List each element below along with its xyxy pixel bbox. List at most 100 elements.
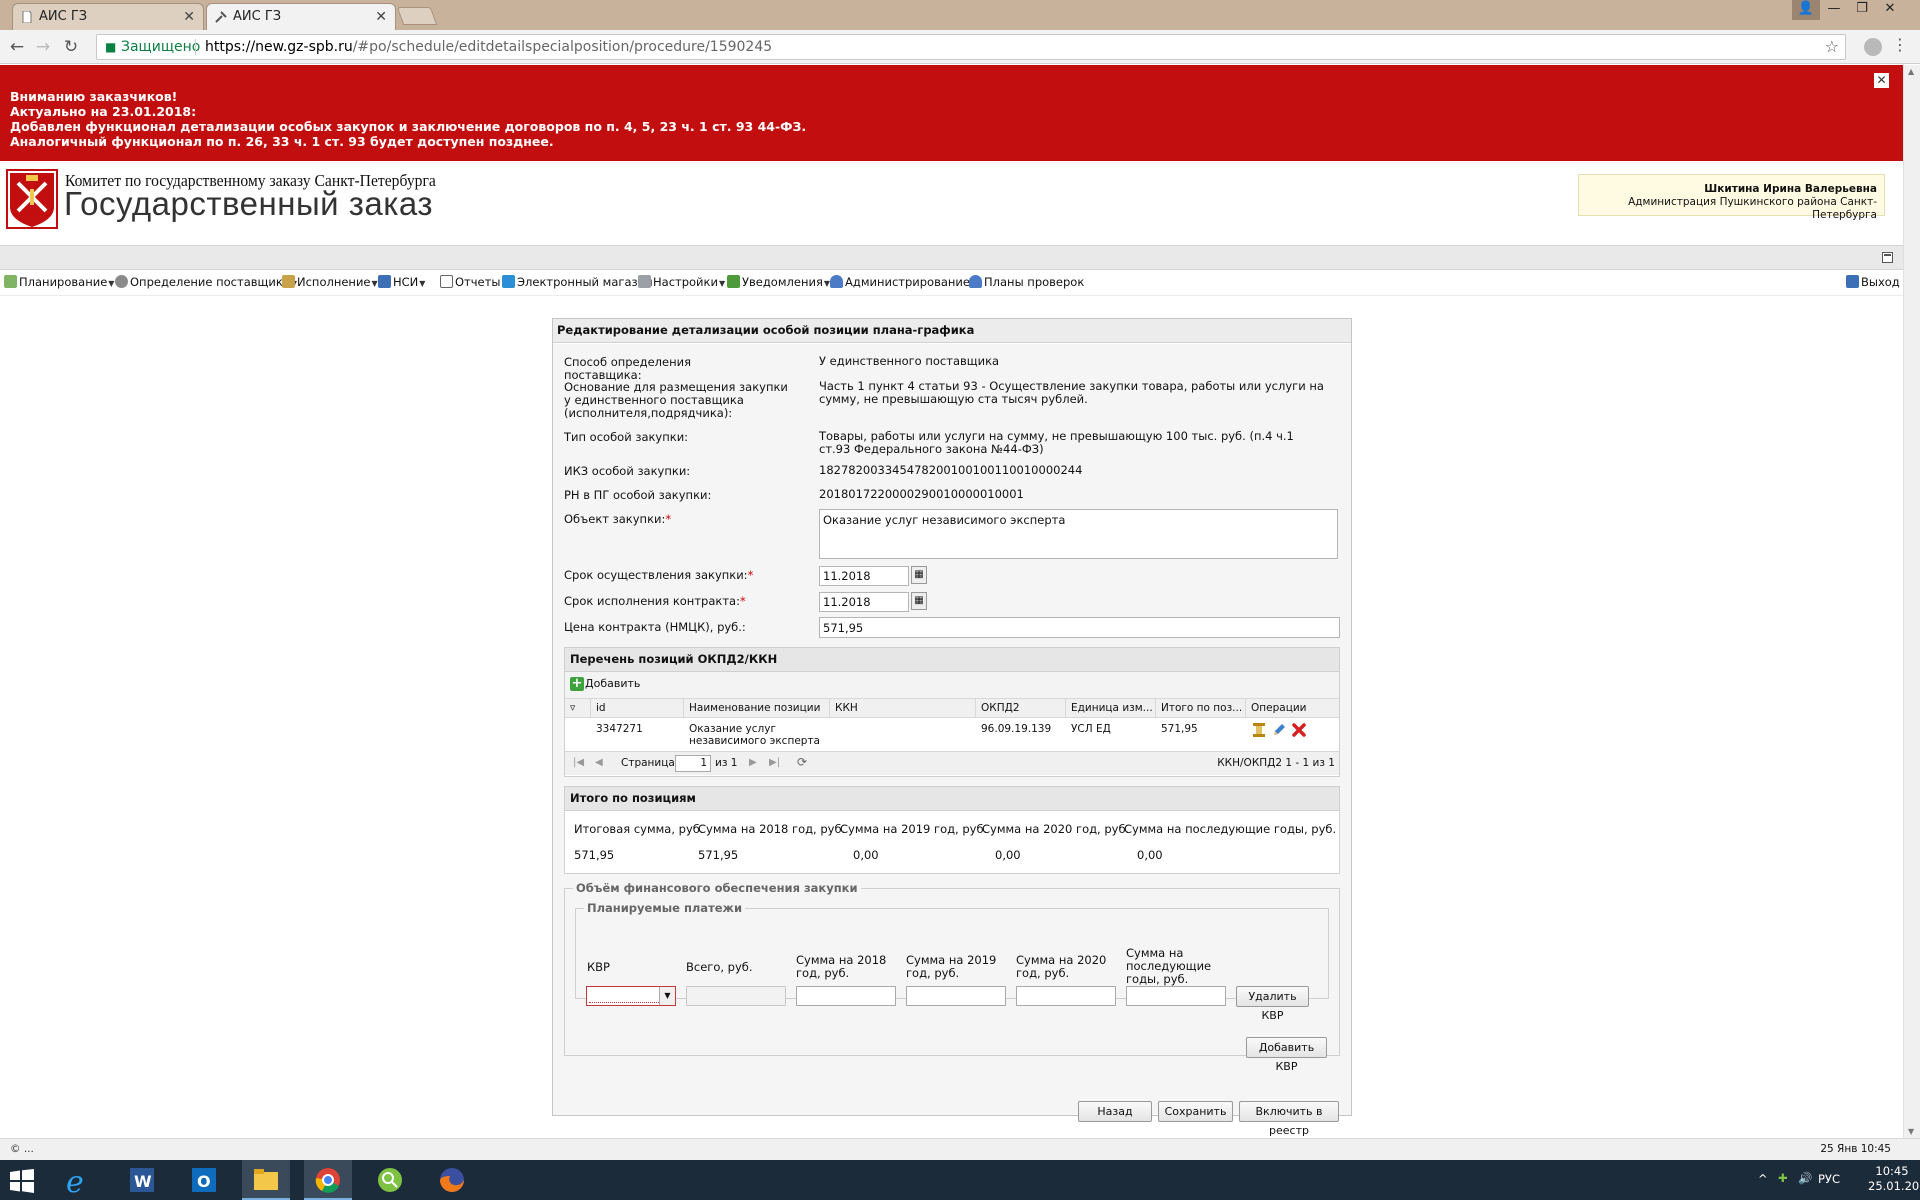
banner-close-icon[interactable]: ✕ xyxy=(1874,73,1889,88)
menu-item-settings[interactable]: Настройки▼ xyxy=(638,275,725,289)
menu-item-supplier[interactable]: Определение поставщика▼ xyxy=(115,275,297,289)
object-textarea[interactable]: Оказание услуг независимого эксперта xyxy=(819,509,1338,559)
col-kkn[interactable]: ККН xyxy=(830,699,976,718)
menu-item-admin[interactable]: Администрирование▼ xyxy=(830,275,977,289)
menubar-strip xyxy=(0,245,1903,270)
term-label: Срок осуществления закупки:* xyxy=(564,569,769,582)
menu-item-nsi[interactable]: НСИ▼ xyxy=(378,275,425,289)
sum-2020-input[interactable] xyxy=(1016,986,1116,1006)
tray-language[interactable]: РУС xyxy=(1818,1172,1840,1186)
forward-arrow-icon[interactable]: → xyxy=(32,36,54,58)
page-scrollbar[interactable]: ▲ ▼ xyxy=(1903,65,1920,1138)
filter-icon[interactable]: ▿ xyxy=(565,699,591,718)
collapse-header-icon[interactable] xyxy=(1882,252,1893,263)
col-total[interactable]: Итого по поз... xyxy=(1156,699,1246,718)
browser-tab-1[interactable]: АИС ГЗ ✕ xyxy=(12,3,204,30)
sum-later-input[interactable] xyxy=(1126,986,1226,1006)
type-label: Тип особой закупки: xyxy=(564,430,689,444)
calendar-icon[interactable]: ▦ xyxy=(911,566,927,584)
secure-label: Защищено xyxy=(121,39,201,55)
menu-item-execution[interactable]: Исполнение▼ xyxy=(282,275,378,289)
page-number-input[interactable]: 1 xyxy=(675,755,711,772)
browser-menu-icon[interactable]: ⋮ xyxy=(1892,35,1908,54)
ie-taskbar-icon[interactable]: e xyxy=(56,1160,104,1200)
back-button[interactable]: Назад xyxy=(1078,1101,1152,1122)
outlook-taskbar-icon[interactable]: O xyxy=(180,1160,228,1200)
panel-title: Редактирование детализации особой позици… xyxy=(553,319,1351,343)
add-kvr-button[interactable]: Добавить КВР xyxy=(1246,1037,1327,1073)
col-unit[interactable]: Единица изм... xyxy=(1066,699,1156,718)
last-page-icon[interactable]: ▶| xyxy=(769,757,780,768)
browser-tab-2[interactable]: АИС ГЗ ✕ xyxy=(206,3,396,30)
chrome-taskbar-icon[interactable] xyxy=(304,1160,352,1200)
calendar-icon[interactable]: ▦ xyxy=(911,592,927,610)
volume-icon[interactable]: 🔊 xyxy=(1798,1171,1812,1185)
menu-item-eshop[interactable]: Электронный магазин xyxy=(502,275,653,289)
table-row[interactable]: 3347271 Оказание услуг независимого эксп… xyxy=(565,718,1339,751)
totals-col-2018: Сумма на 2018 год, руб. xyxy=(698,822,846,836)
search-app-taskbar-icon[interactable] xyxy=(366,1160,414,1200)
maximize-icon[interactable]: ❐ xyxy=(1848,0,1876,20)
sum-2019-label: Сумма на 2019 год, руб. xyxy=(906,953,997,980)
kvr-select[interactable]: ▼ xyxy=(586,986,676,1006)
scroll-down-icon[interactable]: ▼ xyxy=(1908,1127,1914,1136)
col-id[interactable]: id xyxy=(591,699,684,718)
site-title: Государственный заказ xyxy=(64,185,434,222)
address-bar[interactable]: ■ Защищено https://new.gz-spb.ru/#po/sch… xyxy=(96,34,1846,60)
new-tab-button[interactable] xyxy=(396,7,438,25)
refresh-icon[interactable]: ⟳ xyxy=(797,755,807,769)
delete-kvr-button[interactable]: Удалить КВР xyxy=(1236,986,1309,1022)
window-close-icon[interactable]: ✕ xyxy=(1876,0,1904,20)
details-icon[interactable] xyxy=(1251,722,1267,738)
okpd-grid-panel: Перечень позиций ОКПД2/ККН + Добавить ▿ i… xyxy=(564,647,1340,777)
logout-link[interactable]: Выход xyxy=(1846,275,1900,289)
sum-2018-input[interactable] xyxy=(796,986,896,1006)
windows-start-icon[interactable] xyxy=(8,1169,36,1193)
scroll-up-icon[interactable]: ▲ xyxy=(1908,67,1914,76)
tray-time: 10:45 xyxy=(1875,1164,1909,1178)
url-text[interactable]: https://new.gz-spb.ru/#po/schedule/editd… xyxy=(205,35,772,59)
next-page-icon[interactable]: ▶ xyxy=(749,757,757,768)
tray-clock[interactable]: 10:45 25.01.2018 xyxy=(1868,1164,1920,1194)
totals-panel: Итого по позициям Итоговая сумма, руб. С… xyxy=(564,786,1340,874)
panel-body: Способ определения поставщика: У единств… xyxy=(553,344,1351,1137)
tray-overflow-icon[interactable]: ^ xyxy=(1758,1172,1768,1186)
minimize-icon[interactable]: — xyxy=(1820,0,1848,20)
profile-icon[interactable]: 👤 xyxy=(1792,0,1820,20)
extension-icon[interactable] xyxy=(1864,38,1882,56)
delete-icon[interactable] xyxy=(1291,722,1307,738)
menu-item-planning[interactable]: Планирование▼ xyxy=(4,275,114,289)
add-position-button[interactable]: + Добавить xyxy=(570,677,640,691)
include-in-registry-button[interactable]: Включить в реестр xyxy=(1239,1101,1339,1137)
menu-item-inspection-plans[interactable]: Планы проверок xyxy=(969,275,1084,289)
chevron-down-icon: ▼ xyxy=(108,279,115,288)
sum-2020-label: Сумма на 2020 год, руб. xyxy=(1016,953,1107,980)
page-label: Страница xyxy=(621,757,675,769)
file-explorer-taskbar-icon[interactable] xyxy=(242,1160,290,1200)
col-name[interactable]: Наименование позиции xyxy=(684,699,830,718)
cell-okpd2: 96.09.19.139 xyxy=(981,723,1052,735)
term-input[interactable]: 11.2018 xyxy=(819,566,909,586)
prev-page-icon[interactable]: ◀ xyxy=(595,757,603,768)
menu-item-reports[interactable]: Отчеты xyxy=(440,275,500,289)
bookmark-star-icon[interactable]: ☆ xyxy=(1825,35,1839,59)
chevron-down-icon[interactable]: ▼ xyxy=(659,987,675,1005)
firefox-taskbar-icon[interactable] xyxy=(428,1160,476,1200)
close-tab-icon[interactable]: ✕ xyxy=(375,4,387,30)
price-input[interactable]: 571,95 xyxy=(819,617,1340,638)
back-arrow-icon[interactable]: ← xyxy=(6,36,28,58)
browser-tabstrip: АИС ГЗ ✕ АИС ГЗ ✕ 👤 — ❐ ✕ xyxy=(0,0,1920,30)
save-button[interactable]: Сохранить xyxy=(1158,1101,1233,1122)
first-page-icon[interactable]: |◀ xyxy=(573,757,584,768)
tray-app-icon[interactable]: ✚ xyxy=(1778,1171,1788,1185)
close-tab-icon[interactable]: ✕ xyxy=(183,4,195,30)
contract-term-input[interactable]: 11.2018 xyxy=(819,592,909,612)
col-okpd2[interactable]: ОКПД2 xyxy=(976,699,1066,718)
svg-text:e: e xyxy=(66,1165,84,1200)
wrench-icon xyxy=(638,275,651,288)
word-taskbar-icon[interactable]: W xyxy=(118,1160,166,1200)
reload-icon[interactable]: ↻ xyxy=(60,36,82,58)
menu-item-notifications[interactable]: Уведомления▼ xyxy=(727,275,830,289)
sum-2019-input[interactable] xyxy=(906,986,1006,1006)
edit-pencil-icon[interactable] xyxy=(1271,722,1287,738)
